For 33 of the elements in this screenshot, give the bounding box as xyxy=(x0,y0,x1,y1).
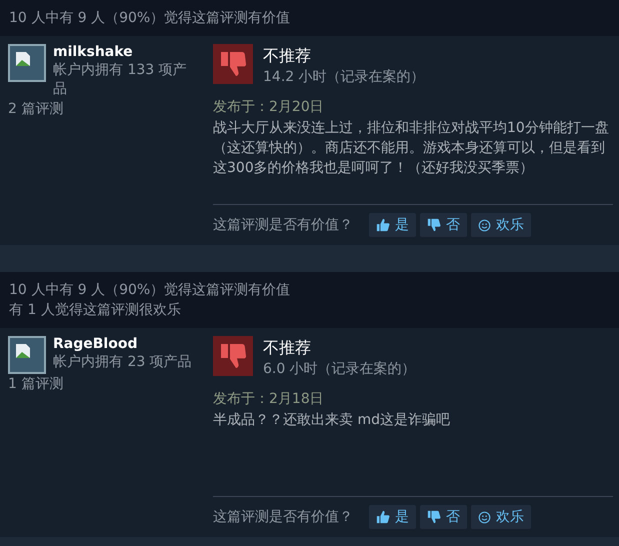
verdict: 不推荐 xyxy=(263,337,312,359)
thumbs-down-icon xyxy=(427,510,441,524)
thumbs-down-icon xyxy=(213,336,253,376)
helpful-question: 这篇评测是否有价值？ xyxy=(213,508,353,526)
vote-button[interactable]: 否 xyxy=(420,213,467,237)
smiley-icon xyxy=(478,218,491,232)
vote-button[interactable]: 欢乐 xyxy=(471,505,531,529)
posted-date: 发布于：2月18日 xyxy=(213,390,325,409)
vote-button[interactable]: 欢乐 xyxy=(471,213,531,237)
helpful-summary: 10 人中有 9 人（90%）觉得这篇评测有价值 xyxy=(9,9,292,28)
thumbs-down-icon xyxy=(427,218,441,232)
helpful-question: 这篇评测是否有价值？ xyxy=(213,216,353,234)
thumbs-up-icon xyxy=(376,218,390,232)
vote-button[interactable]: 否 xyxy=(420,505,467,529)
thumbs-down-icon xyxy=(213,44,253,84)
hours-played: 6.0 小时（记录在案的） xyxy=(263,360,416,379)
hours-played: 14.2 小时（记录在案的） xyxy=(263,68,425,87)
smiley-icon xyxy=(478,510,491,524)
author-name[interactable]: milkshake xyxy=(53,44,193,61)
vote-button[interactable]: 是 xyxy=(369,213,416,237)
products-owned: 帐户内拥有 133 项产品 xyxy=(53,61,188,99)
helpful-summary: 有 1 人觉得这篇评测很欢乐 xyxy=(9,301,182,320)
review-text: 半成品？？还敢出来卖 md这是诈骗吧 xyxy=(213,411,451,430)
author-name[interactable]: RageBlood xyxy=(53,336,193,353)
vote-button[interactable]: 是 xyxy=(369,505,416,529)
review-text: 战斗大厅从来没连上过，排位和非排位对战平均10分钟能打一盘（这还算快的）。商店还不能用。游戏本身还算可以，但是看到这300多的价格我也是呵呵了！（还好我没买季票） xyxy=(213,119,610,178)
helpful-summary: 10 人中有 9 人（90%）觉得这篇评测有价值 xyxy=(9,281,292,300)
posted-date: 发布于：2月20日 xyxy=(213,98,325,117)
products-owned: 帐户内拥有 23 项产品 xyxy=(53,353,193,372)
thumbs-up-icon xyxy=(376,510,390,524)
review-count: 1 篇评测 xyxy=(8,375,64,394)
review-count: 2 篇评测 xyxy=(8,100,64,119)
verdict: 不推荐 xyxy=(263,45,312,67)
